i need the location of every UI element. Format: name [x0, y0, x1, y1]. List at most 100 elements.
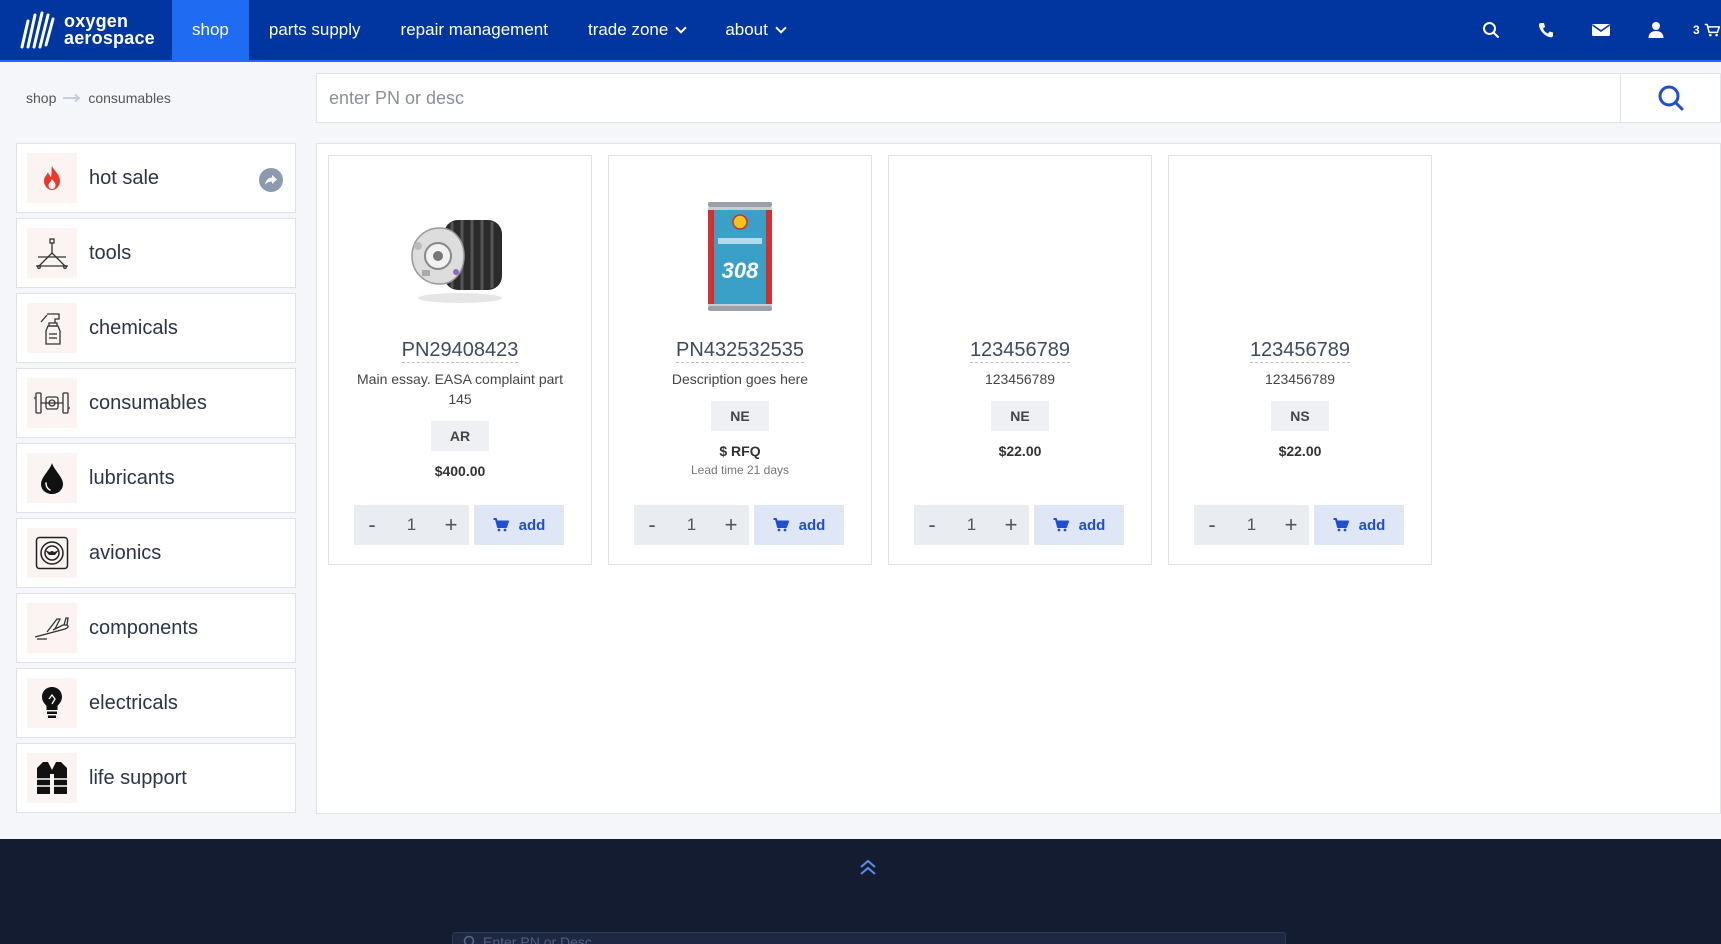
- aircraft-icon-tile: [27, 603, 77, 653]
- gauge-icon: [35, 536, 69, 570]
- product-image-placeholder[interactable]: [1169, 156, 1431, 336]
- quantity-stepper: - 1 +: [354, 505, 469, 545]
- product-pn[interactable]: 123456789: [969, 338, 1071, 363]
- nav-about[interactable]: about: [705, 0, 805, 60]
- product-image-placeholder[interactable]: [889, 156, 1151, 336]
- life-vest-icon-tile: [27, 753, 77, 803]
- arrow-right-icon: [63, 93, 81, 103]
- flame-icon-tile: [27, 153, 77, 203]
- breadcrumb-consumables[interactable]: consumables: [88, 90, 171, 106]
- qty-decrease-button[interactable]: -: [642, 512, 662, 538]
- qty-value[interactable]: 1: [407, 515, 416, 535]
- product-image[interactable]: [329, 156, 591, 336]
- qty-increase-button[interactable]: +: [721, 512, 741, 538]
- qty-increase-button[interactable]: +: [1281, 512, 1301, 538]
- add-to-cart-button[interactable]: add: [474, 505, 564, 545]
- piston-icon: [34, 392, 70, 414]
- quantity-stepper: - 1 +: [914, 505, 1029, 545]
- add-button-label: add: [1358, 516, 1386, 534]
- category-sidebar: hot sale tools chemicals consumables lub…: [16, 143, 296, 818]
- product-pn[interactable]: 123456789: [1249, 338, 1351, 363]
- nav-repair-management-label: repair management: [400, 20, 548, 39]
- nav-parts-supply[interactable]: parts supply: [249, 0, 381, 60]
- product-price: $ RFQ: [719, 443, 761, 459]
- site-footer: [0, 839, 1721, 944]
- brand-logo-link[interactable]: oxygen aerospace: [0, 0, 172, 60]
- card-actions: - 1 + add: [354, 505, 564, 545]
- product-pn[interactable]: PN29408423: [401, 338, 519, 363]
- product-description: Description goes here: [671, 371, 809, 387]
- nav-search-button[interactable]: [1463, 0, 1518, 60]
- nav-cart-button[interactable]: 3: [1683, 0, 1721, 60]
- product-price: $22.00: [998, 443, 1042, 459]
- cart-icon: [773, 518, 789, 532]
- qty-value[interactable]: 1: [687, 515, 696, 535]
- phone-icon: [1538, 23, 1553, 38]
- add-to-cart-button[interactable]: add: [1314, 505, 1404, 545]
- condition-badge: NE: [711, 401, 769, 431]
- search-button[interactable]: [1620, 74, 1720, 122]
- nav-phone-button[interactable]: [1518, 0, 1573, 60]
- add-to-cart-button[interactable]: add: [1034, 505, 1124, 545]
- qty-value[interactable]: 1: [1247, 515, 1256, 535]
- sidebar-item-tools[interactable]: tools: [16, 218, 296, 288]
- sidebar-item-life-support[interactable]: life support: [16, 743, 296, 813]
- qty-value[interactable]: 1: [967, 515, 976, 535]
- product-pn[interactable]: PN432532535: [676, 338, 804, 363]
- search-icon: [1658, 85, 1683, 111]
- share-arrow-icon: [259, 168, 283, 192]
- add-to-cart-button[interactable]: add: [754, 505, 844, 545]
- breadcrumb-shop[interactable]: shop: [26, 90, 56, 106]
- spray-bottle-icon: [40, 313, 61, 345]
- quantity-stepper: - 1 +: [1194, 505, 1309, 545]
- sidebar-item-label: electricals: [89, 691, 178, 714]
- search-input[interactable]: [317, 74, 1620, 122]
- scroll-to-top-icon[interactable]: [853, 855, 883, 879]
- sidebar-item-lubricants[interactable]: lubricants: [16, 443, 296, 513]
- qty-increase-button[interactable]: +: [1001, 512, 1021, 538]
- quantity-stepper: - 1 +: [634, 505, 749, 545]
- card-actions: - 1 + add: [634, 505, 844, 545]
- nav-actions: 3: [1463, 0, 1721, 60]
- sidebar-item-chemicals[interactable]: chemicals: [16, 293, 296, 363]
- sidebar-item-electricals[interactable]: electricals: [16, 668, 296, 738]
- product-card: 123456789 123456789 NS $22.00 - 1 + add: [1168, 155, 1432, 565]
- lightbulb-icon: [42, 687, 62, 718]
- condition-badge: NE: [991, 401, 1049, 431]
- product-description: 123456789: [1264, 371, 1336, 387]
- search-bar: [316, 73, 1721, 123]
- qty-increase-button[interactable]: +: [441, 512, 461, 538]
- tool-stand-icon: [36, 238, 68, 269]
- alternator-image: [411, 220, 502, 303]
- condition-badge: NS: [1271, 401, 1329, 431]
- product-description: Main essay. EASA complaint part 145: [357, 371, 563, 407]
- qty-decrease-button[interactable]: -: [362, 512, 382, 538]
- cart-icon: [493, 518, 509, 532]
- nav-trade-zone-label: trade zone: [587, 20, 669, 39]
- sidebar-item-avionics[interactable]: avionics: [16, 518, 296, 588]
- user-icon: [1648, 22, 1663, 38]
- nav-account-button[interactable]: [1628, 0, 1683, 60]
- qty-decrease-button[interactable]: -: [922, 512, 942, 538]
- product-image[interactable]: 308: [609, 156, 871, 336]
- chevron-down-icon: [675, 21, 687, 34]
- sidebar-item-components[interactable]: components: [16, 593, 296, 663]
- top-navbar: oxygen aerospace shop parts supply repai…: [0, 0, 1721, 62]
- nav-shop[interactable]: shop: [172, 0, 249, 60]
- tool-stand-icon-tile: [27, 228, 77, 278]
- nav-mail-button[interactable]: [1573, 0, 1628, 60]
- sidebar-item-label: hot sale: [89, 166, 160, 189]
- nav-parts-supply-label: parts supply: [268, 20, 361, 39]
- lead-time: Lead time 21 days: [690, 463, 790, 477]
- sidebar-item-label: lubricants: [89, 466, 175, 489]
- sidebar-item-hot-sale[interactable]: hot sale: [16, 143, 296, 213]
- qty-decrease-button[interactable]: -: [1202, 512, 1222, 538]
- breadcrumb: shop consumables: [26, 90, 171, 106]
- piston-icon-tile: [27, 378, 77, 428]
- nav-about-label: about: [725, 20, 768, 39]
- footer-search-input[interactable]: [483, 934, 983, 944]
- nav-trade-zone[interactable]: trade zone: [568, 0, 705, 60]
- sidebar-item-consumables[interactable]: consumables: [16, 368, 296, 438]
- nav-repair-management[interactable]: repair management: [381, 0, 568, 60]
- mail-icon: [1591, 24, 1610, 36]
